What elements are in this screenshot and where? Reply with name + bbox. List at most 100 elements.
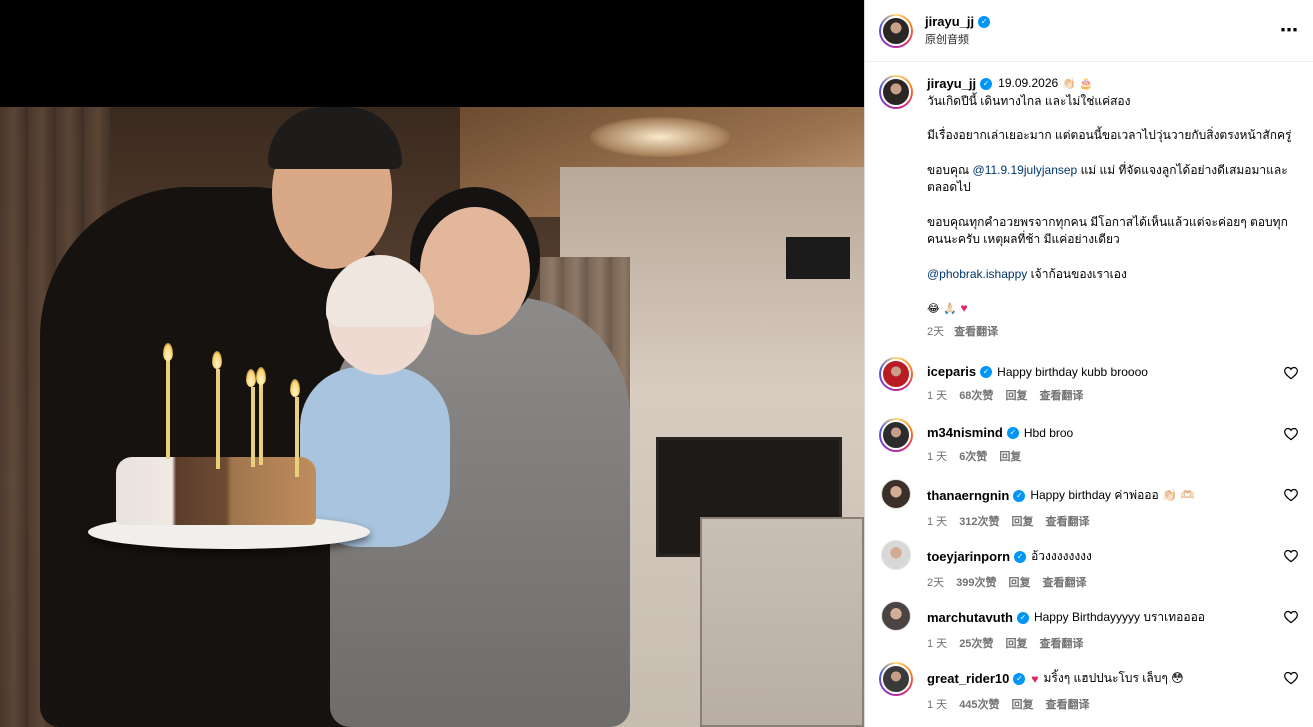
comment-likes-count[interactable]: 445次赞 (959, 696, 999, 712)
commenter-username[interactable]: iceparis ✓ (927, 364, 993, 379)
commenter-username-text[interactable]: toeyjarinporn (927, 549, 1010, 564)
comment-item: great_rider10 ✓ ♥ มริ้งๆ แฮปปนะโบร เล็บๆ 😳 1… (879, 662, 1299, 711)
post-media[interactable] (0, 0, 864, 727)
comment-time: 1 天 (927, 638, 948, 650)
audio-label[interactable]: 原创音频 (925, 31, 990, 47)
photo-woman-head (420, 207, 530, 335)
commenter-username-text[interactable]: great_rider10 (927, 671, 1009, 686)
photo-crib (700, 517, 864, 727)
commenter-avatar[interactable] (879, 662, 913, 696)
caption-date: 19.09.2026 (998, 76, 1059, 90)
see-translation-button[interactable]: 查看翻译 (1039, 387, 1083, 403)
comment-likes-count[interactable]: 6次赞 (959, 448, 987, 464)
caption-line: มีเรื่องอยากเล่าเยอะมาก แต่ตอนนี้ขอเวลาไ… (927, 128, 1292, 142)
comment-text: มริ้งๆ แฮปปนะโบร เล็บๆ 😳 (1043, 671, 1184, 685)
commenter-username[interactable]: great_rider10 ✓ (927, 671, 1026, 686)
comments-scroll-area[interactable]: jirayu_jj ✓ 19.09.2026 👏🏻 🎂 วันเกิดปีนี้… (865, 63, 1313, 727)
commenter-avatar[interactable] (881, 601, 911, 631)
photo-candle (259, 383, 263, 465)
comment-item: thanaerngnin ✓ Happy birthday ค่าพ่อออ 👏🏻 … (879, 479, 1299, 528)
verified-badge-icon: ✓ (1013, 489, 1026, 502)
commenter-avatar[interactable] (881, 540, 911, 570)
commenter-username[interactable]: marchutavuth ✓ (927, 610, 1029, 625)
reply-button[interactable]: 回复 (999, 448, 1021, 464)
photo-candle (216, 369, 220, 469)
mention-link[interactable]: @11.9.19julyjansep (973, 163, 1078, 177)
commenter-avatar[interactable] (879, 418, 913, 452)
red-heart-icon: ♥ (1031, 671, 1039, 686)
see-translation-button[interactable]: 查看翻译 (1039, 635, 1083, 651)
reply-button[interactable]: 回复 (1012, 696, 1034, 712)
commenter-username-text[interactable]: marchutavuth (927, 610, 1013, 625)
verified-badge-icon: ✓ (980, 365, 993, 378)
comment-likes-count[interactable]: 25次赞 (959, 635, 993, 651)
comment-time: 1 天 (927, 699, 948, 711)
mention-link[interactable]: @phobrak.ishappy (927, 267, 1027, 281)
reply-button[interactable]: 回复 (1005, 635, 1027, 651)
photo-candle (295, 397, 299, 477)
caption-thanks: ขอบคุณ @11.9.19julyjansep แม่ แม่ ที่จัด… (927, 162, 1299, 197)
caption-line: ขอบคุณทุกคำอวยพรจากทุกคน มีโอกาสได้เห็นแ… (927, 214, 1288, 247)
like-comment-heart-icon[interactable] (1283, 365, 1299, 381)
commenter-username[interactable]: m34nismind ✓ (927, 425, 1019, 440)
commenter-username[interactable]: thanaerngnin ✓ (927, 488, 1026, 503)
comment-likes-count[interactable]: 312次赞 (959, 513, 999, 529)
see-translation-button[interactable]: 查看翻译 (1046, 696, 1090, 712)
instagram-post-view: jirayu_jj ✓ 原创音频 ⋯ jirayu_jj ✓ 19.09.202 (0, 0, 1313, 727)
photo-candle (166, 359, 170, 459)
reply-button[interactable]: 回复 (1012, 513, 1034, 529)
photo-tv (786, 237, 850, 279)
like-comment-heart-icon[interactable] (1283, 548, 1299, 564)
photo-candle (251, 387, 255, 467)
comment-item: m34nismind ✓ Hbd broo 1 天 6次赞 回复 (879, 418, 1299, 463)
caption-username-text[interactable]: jirayu_jj (927, 75, 976, 93)
comment-item: marchutavuth ✓ Happy Birthdayyyyy บราเทอออ… (879, 601, 1299, 650)
caption-username[interactable]: jirayu_jj ✓ (927, 75, 993, 93)
verified-badge-icon: ✓ (1014, 550, 1027, 563)
see-translation-button[interactable]: 查看翻译 (1042, 574, 1086, 590)
photo-flame (212, 351, 222, 369)
verified-badge-icon: ✓ (1013, 672, 1026, 685)
commenter-avatar[interactable] (881, 479, 911, 509)
verified-badge-icon: ✓ (978, 15, 991, 28)
see-translation-button[interactable]: 查看翻译 (954, 324, 998, 342)
commenter-username[interactable]: toeyjarinporn ✓ (927, 549, 1027, 564)
reply-button[interactable]: 回复 (1008, 574, 1030, 590)
comment-time: 2天 (927, 577, 945, 589)
commenter-username-text[interactable]: thanaerngnin (927, 488, 1009, 503)
author-username[interactable]: jirayu_jj ✓ (925, 14, 991, 29)
red-heart-icon: ♥ (960, 301, 968, 315)
caption-avatar[interactable] (879, 75, 913, 109)
like-comment-heart-icon[interactable] (1283, 670, 1299, 686)
comment-list: iceparis ✓ Happy birthday kubb broooo 1 天 68… (879, 357, 1299, 711)
comment-likes-count[interactable]: 399次赞 (956, 574, 996, 590)
commenter-username-text[interactable]: iceparis (927, 364, 976, 379)
verified-badge-icon: ✓ (1016, 611, 1029, 624)
verified-badge-icon: ✓ (980, 77, 993, 90)
commenter-avatar[interactable] (879, 357, 913, 391)
like-comment-heart-icon[interactable] (1283, 426, 1299, 442)
photo-ceiling-light (590, 117, 730, 157)
reply-button[interactable]: 回复 (1005, 387, 1027, 403)
comment-likes-count[interactable]: 68次赞 (959, 387, 993, 403)
caption-mention-line: @phobrak.ishappy เจ้าก้อนของเราเอง (927, 266, 1299, 284)
post-caption: jirayu_jj ✓ 19.09.2026 👏🏻 🎂 วันเกิดปีนี้… (879, 75, 1299, 341)
comment-text: อ้วงงงงงงงง (1031, 549, 1092, 563)
more-options-icon[interactable]: ⋯ (1280, 20, 1299, 41)
author-username-text[interactable]: jirayu_jj (925, 14, 974, 29)
photo-flame (256, 367, 266, 385)
caption-date-emoji: 👏🏻 🎂 (1062, 77, 1094, 90)
caption-emoji-text: 😂 🙏🏻 (927, 302, 961, 315)
author-avatar[interactable] (879, 13, 913, 48)
photo-flame (163, 343, 173, 361)
like-comment-heart-icon[interactable] (1283, 487, 1299, 503)
like-comment-heart-icon[interactable] (1283, 609, 1299, 625)
post-side-panel: jirayu_jj ✓ 原创音频 ⋯ jirayu_jj ✓ 19.09.202 (864, 0, 1313, 727)
comment-time: 1 天 (927, 390, 948, 402)
comment-item: toeyjarinporn ✓ อ้วงงงงงงงง 2天 399次赞 回复 查看翻译 (879, 540, 1299, 589)
post-photo (0, 107, 864, 727)
caption-thanks-prefix: ขอบคุณ (927, 162, 973, 177)
verified-badge-icon: ✓ (1006, 426, 1019, 439)
see-translation-button[interactable]: 查看翻译 (1046, 513, 1090, 529)
commenter-username-text[interactable]: m34nismind (927, 425, 1003, 440)
